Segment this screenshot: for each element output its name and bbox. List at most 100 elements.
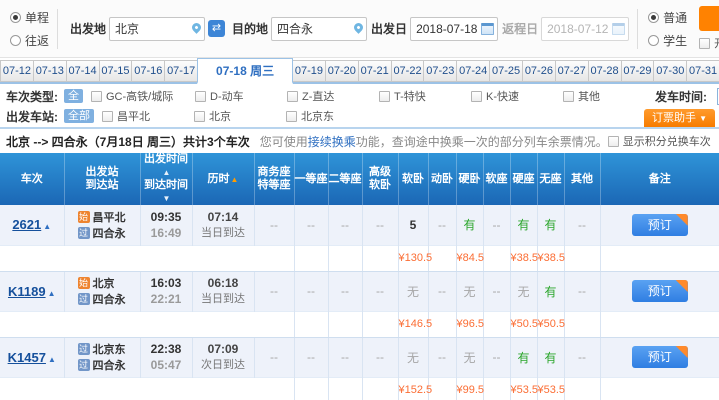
date-tab[interactable]: 07-23 (423, 60, 457, 82)
seat-cell: -- (483, 205, 510, 245)
col-duration-sortable[interactable]: 历时▲ (192, 153, 254, 205)
date-tab[interactable]: 07-14 (66, 60, 100, 82)
train-row: 2621▲ 始昌平北 过四合永 09:3516:49 07:14当日到达 -- … (0, 205, 719, 245)
train-type-option-label: K-快速 (486, 88, 519, 104)
train-type-all-badge[interactable]: 全部 (64, 89, 83, 103)
duration: 06:18 (193, 275, 254, 291)
station-option-label: 昌平北 (117, 108, 150, 124)
booking-helper-button[interactable]: 订票助手 ▼ (644, 109, 715, 127)
student-passenger-label: 学生 (663, 32, 687, 49)
station-option[interactable]: 北京 (194, 108, 286, 124)
points-trains-checkbox-item[interactable]: 显示积分兑换车次 (608, 133, 711, 149)
train-row: K1457▲ 过北京东 过四合永 22:3805:47 07:09次日到达 --… (0, 337, 719, 377)
book-button[interactable]: 预订 (632, 346, 688, 368)
date-tab[interactable]: 07-30 (653, 60, 687, 82)
date-tab[interactable]: 07-26 (522, 60, 556, 82)
from-station: 北京东 (93, 341, 126, 357)
book-button[interactable]: 预订 (632, 280, 688, 302)
transfer-link[interactable]: 接续换乘 (308, 135, 356, 149)
col-times-sortable[interactable]: 出发时间▲到达时间▼ (140, 153, 192, 205)
price-cell (362, 311, 398, 337)
expand-route-icon[interactable]: ▲ (43, 222, 51, 231)
date-tab[interactable]: 07-29 (621, 60, 655, 82)
price-cell (328, 311, 362, 337)
train-type-option[interactable]: D-动车 (195, 88, 287, 104)
date-tab[interactable]: 07-13 (33, 60, 67, 82)
price-cell (428, 245, 456, 271)
date-tab[interactable]: 07-16 (131, 60, 165, 82)
seat-cell: -- (328, 271, 362, 311)
radio-student-passenger[interactable]: 学生 (648, 32, 687, 49)
col-no-seat: 无座 (537, 153, 564, 205)
date-tab[interactable]: 07-15 (99, 60, 133, 82)
passenger-type-group: 普通 学生 (637, 9, 687, 49)
to-station: 四合永 (93, 291, 126, 307)
seat-cell: 无 (456, 271, 483, 311)
train-type-option[interactable]: Z-直达 (287, 88, 379, 104)
train-type-option[interactable]: GC-高铁/城际 (91, 88, 195, 104)
date-tab[interactable]: 07-31 (686, 60, 719, 82)
train-type-option[interactable]: T-特快 (379, 88, 471, 104)
search-bar: 单程 往返 出发地 ⇄ 目的地 出发日 返程日 (0, 0, 719, 58)
radio-one-way[interactable]: 单程 (10, 9, 49, 26)
depart-date-label: 出发日 (371, 20, 407, 37)
from-input[interactable] (109, 17, 205, 41)
auto-query-checkbox-item[interactable]: 开启自动查询 (699, 35, 719, 51)
swap-stations-icon[interactable]: ⇄ (208, 20, 225, 37)
price-cell: ¥130.5 (398, 245, 428, 271)
price-cell: ¥50.5 (537, 311, 564, 337)
seat-cell: -- (564, 205, 600, 245)
train-number-link[interactable]: K1189 (8, 284, 46, 299)
date-tab[interactable]: 07-21 (358, 60, 392, 82)
pass-badge: 过 (78, 227, 90, 239)
train-number-link[interactable]: 2621 (12, 217, 41, 232)
col-soft-seat: 软座 (483, 153, 510, 205)
date-tab-selected[interactable]: 07-18 周三 (197, 58, 293, 84)
radio-normal-passenger[interactable]: 普通 (648, 9, 687, 26)
train-type-option[interactable]: 其他 (563, 88, 655, 104)
station-option[interactable]: 北京东 (286, 108, 378, 124)
date-tab[interactable]: 07-22 (391, 60, 425, 82)
col-soft-sleeper: 软卧 (398, 153, 428, 205)
date-tab[interactable]: 07-12 (0, 60, 34, 82)
seat-cell: 有 (510, 205, 537, 245)
to-input[interactable] (271, 17, 367, 41)
date-tab[interactable]: 07-27 (555, 60, 589, 82)
train-number-link[interactable]: K1457 (8, 350, 46, 365)
expand-route-icon[interactable]: ▲ (48, 355, 56, 364)
checkbox-icon (563, 91, 574, 102)
date-tab[interactable]: 07-20 (325, 60, 359, 82)
calendar-icon[interactable] (481, 23, 494, 35)
price-cell: ¥50.5 (510, 311, 537, 337)
col-other: 其他 (564, 153, 600, 205)
col-first-class: 一等座 (294, 153, 328, 205)
train-type-option-label: T-特快 (394, 88, 426, 104)
date-tab[interactable]: 07-19 (292, 60, 326, 82)
pass-badge: 过 (78, 293, 90, 305)
price-row: ¥152.5 ¥99.5 ¥53.5 ¥53.5 (0, 377, 719, 400)
route-summary: 北京 --> 四合永（7月18日 周三）共计3个车次 (6, 133, 250, 150)
sort-asc-icon: ▲ (163, 168, 171, 177)
checkbox-icon (699, 38, 710, 49)
radio-round-trip[interactable]: 往返 (10, 32, 49, 49)
seat-cell: -- (362, 271, 398, 311)
date-tabs: 07-12 07-13 07-14 07-15 07-16 07-17 07-1… (0, 58, 719, 84)
depart-time: 16:03 (141, 275, 192, 291)
price-cell (294, 311, 328, 337)
date-tab[interactable]: 07-28 (588, 60, 622, 82)
expand-route-icon[interactable]: ▲ (48, 289, 56, 298)
depart-date-wrap (410, 17, 498, 41)
price-cell: ¥99.5 (456, 377, 483, 400)
seat-cell: -- (254, 337, 294, 377)
train-type-option[interactable]: K-快速 (471, 88, 563, 104)
duration: 07:09 (193, 341, 254, 357)
station-option[interactable]: 昌平北 (102, 108, 194, 124)
date-tab[interactable]: 07-24 (456, 60, 490, 82)
query-button[interactable]: 查询 (699, 6, 719, 31)
date-tab[interactable]: 07-17 (164, 60, 198, 82)
to-station: 四合永 (93, 357, 126, 373)
price-cell (328, 377, 362, 400)
date-tab[interactable]: 07-25 (489, 60, 523, 82)
book-button[interactable]: 预订 (632, 214, 688, 236)
station-all-badge[interactable]: 全部 (64, 109, 94, 123)
